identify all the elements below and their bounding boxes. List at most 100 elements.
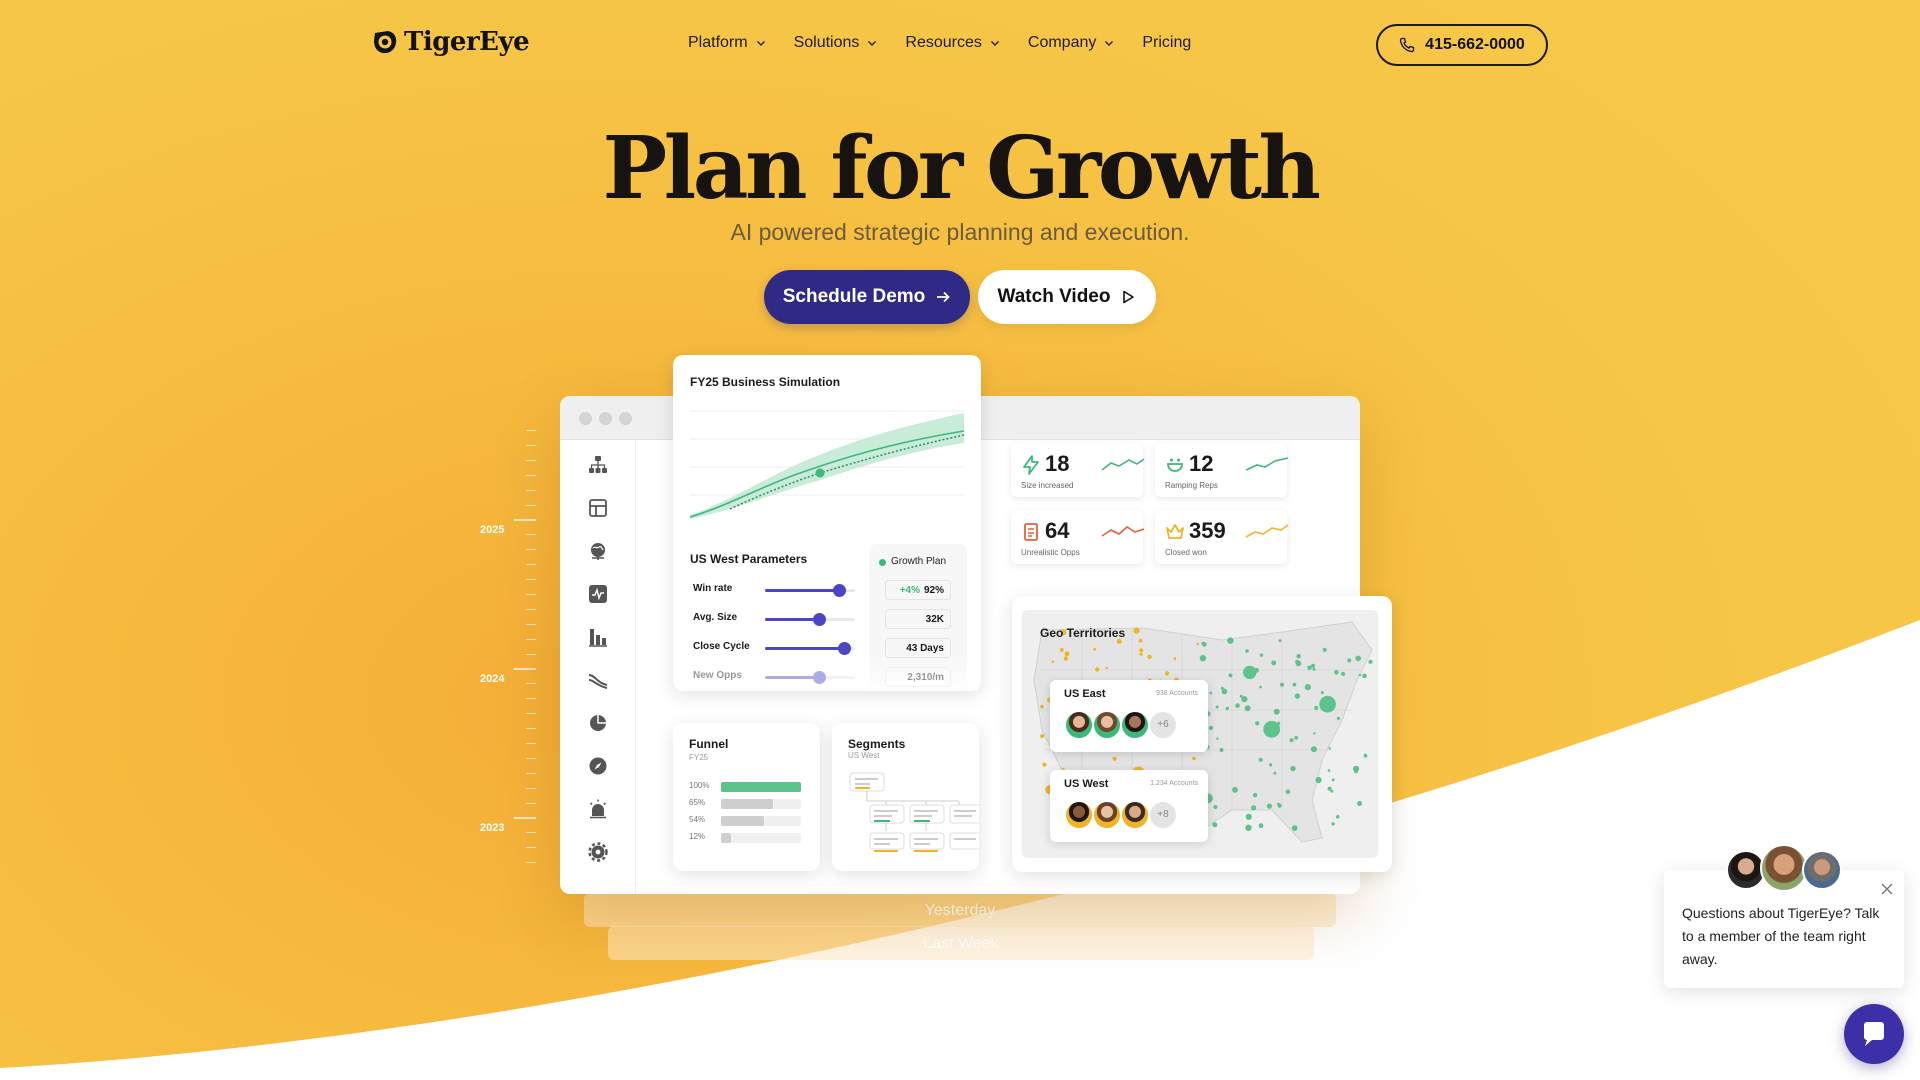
trend-icon[interactable] — [587, 669, 609, 691]
nav-solutions[interactable]: Solutions — [794, 34, 878, 52]
parameter-row[interactable]: New Opps 2,310/m — [693, 667, 953, 687]
stat-label: Ramping Reps — [1165, 481, 1218, 490]
slider-handle[interactable] — [838, 642, 852, 655]
account-dot — [1295, 660, 1302, 667]
region-name: US East — [1064, 688, 1106, 700]
nav-pricing[interactable]: Pricing — [1142, 34, 1191, 52]
parameter-value-field[interactable]: 43 Days — [885, 638, 951, 658]
timeline-year-2024: 2024 — [480, 673, 505, 685]
nav-solutions-label: Solutions — [793, 34, 860, 51]
settings-icon[interactable] — [587, 841, 609, 863]
history-card-yesterday[interactable]: Yesterday — [584, 893, 1336, 927]
phone-button[interactable]: 415-662-0000 — [1376, 24, 1548, 66]
watch-video-label: Watch Video — [997, 286, 1111, 307]
document-icon — [1024, 523, 1038, 541]
parameter-row[interactable]: Avg. Size 32K — [693, 609, 953, 629]
account-dot — [1232, 786, 1238, 793]
parameter-slider[interactable] — [765, 584, 855, 597]
chat-launcher-button[interactable] — [1844, 1004, 1904, 1064]
parameter-label: Close Cycle — [693, 641, 750, 652]
account-dot — [1064, 651, 1070, 657]
parameter-value: 32K — [925, 614, 944, 625]
nav-platform[interactable]: Platform — [688, 34, 766, 52]
funnel-bar — [721, 816, 765, 826]
sparkline — [1101, 526, 1145, 537]
pie-chart-icon[interactable] — [587, 712, 609, 734]
activity-icon[interactable] — [587, 583, 609, 605]
chevron-down-icon — [756, 41, 765, 46]
timeline-ruler: 2025 2024 2023 — [470, 420, 540, 864]
account-dot — [1290, 765, 1296, 772]
timeline-tick — [526, 534, 536, 536]
business-simulation-card[interactable]: FY25 Business Simulation US West Paramet… — [673, 355, 981, 691]
stat-card-unrealistic-opps[interactable]: 64 Unrealistic Opps — [1011, 510, 1145, 564]
growth-plan-legend-dot — [879, 559, 886, 566]
timeline-tick — [526, 832, 536, 834]
bar-chart-icon[interactable] — [587, 626, 609, 648]
timeline-tick — [526, 579, 536, 580]
stat-card-size-increased[interactable]: 18 Size increased — [1011, 443, 1145, 497]
table-icon[interactable] — [587, 497, 609, 519]
account-dot — [1354, 769, 1358, 774]
window-maximize-dot[interactable] — [619, 412, 632, 425]
logo[interactable]: TigerEye — [372, 27, 530, 57]
timeline-tick — [526, 474, 536, 476]
compass-icon[interactable] — [587, 755, 609, 777]
nav-resources[interactable]: Resources — [905, 34, 999, 52]
funnel-bar-track — [721, 833, 801, 843]
account-dot — [1241, 696, 1248, 703]
region-card-us-west[interactable]: US West 1,234 Accounts +8 — [1050, 770, 1208, 842]
account-dot — [1164, 671, 1170, 676]
window-close-dot[interactable] — [579, 412, 592, 425]
account-dot — [1235, 703, 1240, 708]
parameter-row[interactable]: Close Cycle 43 Days — [693, 638, 953, 658]
account-dot — [1294, 693, 1301, 699]
slider-handle[interactable] — [813, 613, 826, 626]
nav-company[interactable]: Company — [1028, 34, 1114, 52]
parameters-title: US West Parameters — [690, 552, 808, 566]
account-dot — [1368, 659, 1373, 664]
account-dot — [1273, 771, 1277, 775]
parameter-value-field[interactable]: 32K — [885, 609, 951, 629]
segments-card[interactable]: Segments US West — [832, 723, 979, 871]
account-dot — [1051, 660, 1055, 663]
parameter-value-field[interactable]: 2,310/m — [885, 667, 951, 687]
schedule-demo-button[interactable]: Schedule Demo — [764, 270, 970, 324]
account-dot — [1327, 769, 1331, 772]
stat-card-ramping-reps[interactable]: 12 Ramping Reps — [1155, 443, 1289, 497]
more-members-badge: +8 — [1148, 800, 1178, 830]
timeline-tick — [526, 787, 536, 789]
org-chart-icon[interactable] — [587, 454, 609, 476]
history-last-week-label: Last Week — [923, 935, 999, 952]
timeline-tick — [526, 698, 536, 700]
account-dot — [1040, 734, 1045, 739]
parameter-slider[interactable] — [765, 671, 855, 684]
account-dot — [1105, 666, 1109, 670]
history-card-last-week[interactable]: Last Week — [608, 926, 1314, 960]
funnel-bar — [721, 799, 773, 809]
stat-number: 64 — [1045, 518, 1070, 543]
parameter-slider[interactable] — [765, 642, 855, 655]
timeline-tick — [526, 593, 536, 595]
globe-icon[interactable] — [587, 540, 609, 562]
region-card-us-east[interactable]: US East 938 Accounts +6 — [1050, 680, 1208, 752]
account-dot — [1358, 673, 1362, 677]
account-dot — [1196, 642, 1199, 646]
parameter-row[interactable]: Win rate +4% 92% — [693, 580, 953, 600]
window-minimize-dot[interactable] — [599, 412, 612, 425]
stat-card-closed-won[interactable]: 359 Closed won — [1155, 510, 1289, 564]
watch-video-button[interactable]: Watch Video — [978, 270, 1156, 324]
timeline-tick — [526, 742, 536, 744]
close-icon[interactable] — [1880, 882, 1894, 896]
alarm-icon[interactable] — [587, 798, 609, 820]
account-dot — [1209, 691, 1213, 695]
funnel-card[interactable]: Funnel FY25 100% 65% 54% 12% — [673, 723, 820, 871]
timeline-tick — [526, 564, 536, 566]
parameter-slider[interactable] — [765, 613, 855, 626]
slider-handle[interactable] — [813, 671, 826, 684]
growth-plan-legend-label: Growth Plan — [891, 556, 947, 567]
slider-handle[interactable] — [832, 584, 846, 597]
parameter-value-field[interactable]: +4% 92% — [885, 580, 951, 600]
geo-territories-card[interactable]: Geo Territories US East 938 Accounts +6 … — [1012, 596, 1392, 872]
account-dot — [1336, 716, 1340, 720]
